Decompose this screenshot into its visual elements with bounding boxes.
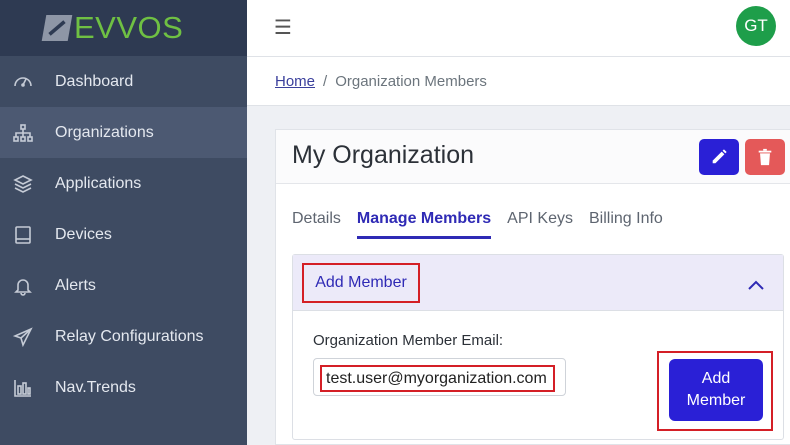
logo-mark-icon xyxy=(41,15,73,41)
page-title: My Organization xyxy=(292,141,475,169)
tablet-icon xyxy=(12,224,34,246)
add-member-button-line2: Member xyxy=(686,392,746,409)
card-header: My Organization xyxy=(276,130,790,184)
email-field-label: Organization Member Email: xyxy=(313,332,504,349)
tab-billing-info[interactable]: Billing Info xyxy=(589,210,663,239)
add-member-panel-title: Add Member xyxy=(302,263,420,303)
sidebar-item-relay-configurations[interactable]: Relay Configurations xyxy=(0,311,247,362)
add-member-button-highlight: Add Member xyxy=(657,351,773,431)
sidebar-nav: Dashboard Organizations Applications Dev… xyxy=(0,56,247,413)
sidebar: EVVOS Dashboard Organizations Applicatio… xyxy=(0,0,247,445)
add-member-panel: Add Member Organization Member Email: Ad… xyxy=(292,254,784,440)
add-member-button-line1: Add xyxy=(701,370,731,387)
sidebar-item-label: Organizations xyxy=(55,123,154,141)
paper-plane-icon xyxy=(12,326,34,348)
sidebar-item-organizations[interactable]: Organizations xyxy=(0,107,247,158)
pencil-icon xyxy=(712,149,727,164)
edit-button[interactable] xyxy=(699,139,739,175)
sidebar-item-devices[interactable]: Devices xyxy=(0,209,247,260)
user-avatar[interactable]: GT xyxy=(736,6,776,46)
sidebar-item-alerts[interactable]: Alerts xyxy=(0,260,247,311)
sidebar-item-label: Dashboard xyxy=(55,72,134,90)
breadcrumb-home-link[interactable]: Home xyxy=(275,73,315,90)
sidebar-item-label: Relay Configurations xyxy=(55,327,204,345)
logo[interactable]: EVVOS xyxy=(0,0,247,56)
email-field-container xyxy=(313,358,566,396)
member-email-input[interactable] xyxy=(326,368,551,389)
gauge-icon xyxy=(12,71,34,93)
sidebar-item-dashboard[interactable]: Dashboard xyxy=(0,56,247,107)
top-bar: ☰ GT xyxy=(247,0,790,57)
email-highlight-box xyxy=(320,365,555,392)
logo-text: EVVOS xyxy=(74,10,184,45)
sidebar-item-label: Devices xyxy=(55,225,112,243)
sidebar-item-label: Applications xyxy=(55,174,142,192)
sidebar-item-applications[interactable]: Applications xyxy=(0,158,247,209)
bar-chart-icon xyxy=(12,377,34,399)
hamburger-menu-icon[interactable]: ☰ xyxy=(274,15,292,40)
layers-icon xyxy=(12,173,34,195)
trash-icon xyxy=(758,148,772,166)
add-member-panel-header[interactable]: Add Member xyxy=(293,255,783,311)
chevron-up-icon[interactable] xyxy=(748,277,764,291)
breadcrumb-separator: / xyxy=(323,72,328,90)
add-member-button[interactable]: Add Member xyxy=(669,359,763,421)
tab-bar: Details Manage Members API Keys Billing … xyxy=(292,210,679,239)
sitemap-icon xyxy=(12,122,34,144)
tab-manage-members[interactable]: Manage Members xyxy=(356,210,492,239)
sidebar-item-label: Nav.Trends xyxy=(55,378,136,396)
sidebar-item-nav-trends[interactable]: Nav.Trends xyxy=(0,362,247,413)
organization-card: My Organization Details Manage Members A… xyxy=(275,129,790,445)
add-member-button-label: Add Member xyxy=(687,368,746,412)
tab-details[interactable]: Details xyxy=(292,210,341,239)
breadcrumb: Home / Organization Members xyxy=(247,57,790,106)
bell-icon xyxy=(12,275,34,297)
sidebar-item-label: Alerts xyxy=(55,276,96,294)
breadcrumb-current: Organization Members xyxy=(335,72,487,90)
tab-api-keys[interactable]: API Keys xyxy=(507,210,573,239)
delete-button[interactable] xyxy=(745,139,785,175)
